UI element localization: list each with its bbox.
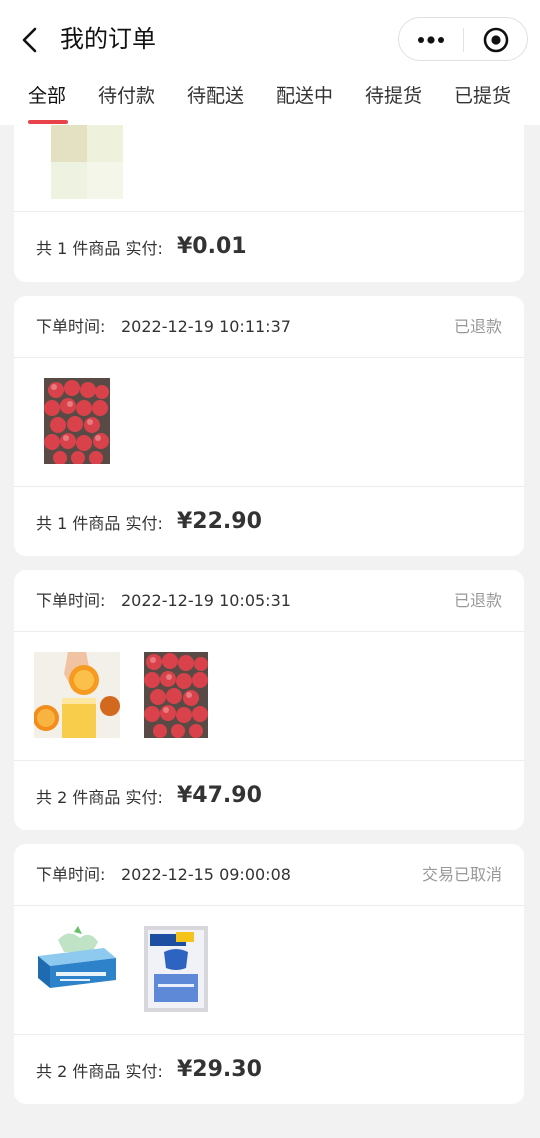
order-products (14, 358, 524, 487)
capsule-divider (463, 28, 464, 52)
back-arrow-icon[interactable] (14, 20, 48, 60)
product-thumbnail-toothpaste[interactable] (34, 926, 120, 1012)
order-summary: 共 1 件商品 实付: ¥0.01 (14, 212, 524, 282)
product-thumbnail-apples[interactable] (44, 378, 110, 464)
order-header: 下单时间: 2022-12-19 10:05:31 已退款 (14, 570, 524, 632)
order-summary: 共 2 件商品 实付: ¥29.30 (14, 1035, 524, 1104)
order-header: 下单时间: 2022-12-15 09:00:08 交易已取消 (14, 844, 524, 906)
tab-delivering[interactable]: 配送中 (276, 82, 333, 110)
order-status: 交易已取消 (421, 865, 502, 884)
mini-program-capsule (398, 17, 528, 61)
order-summary: 共 1 件商品 实付: ¥22.90 (14, 487, 524, 556)
product-thumbnail-apples[interactable] (144, 652, 208, 738)
top-bar: 我的订单 全部 待付款 待配送 配送中 待提货 已提货 (0, 0, 540, 125)
order-header: 下单时间: 2022-12-19 10:11:37 已退款 (14, 296, 524, 358)
item-count-text: 共 1 件商品 实付: (36, 239, 163, 258)
more-dots-icon[interactable] (413, 28, 449, 52)
product-thumbnail-soap-pack[interactable] (144, 926, 208, 1012)
order-time: 2022-12-15 09:00:08 (121, 865, 291, 884)
order-card[interactable]: 下单时间: 2022-12-19 10:05:31 已退款 共 2 件商品 实付… (14, 570, 524, 830)
order-card[interactable]: 下单时间: 2022-12-15 09:00:08 交易已取消 共 2 件商品 … (14, 844, 524, 1104)
active-tab-indicator (28, 120, 68, 124)
tab-pending-delivery[interactable]: 待配送 (187, 82, 244, 110)
tab-picked-up[interactable]: 已提货 (454, 82, 511, 110)
item-count-text: 共 1 件商品 实付: (36, 514, 163, 533)
paid-amount: ¥0.01 (177, 234, 247, 259)
tab-all[interactable]: 全部 (28, 82, 66, 110)
paid-amount: ¥22.90 (177, 509, 262, 534)
order-time: 2022-12-19 10:05:31 (121, 591, 291, 610)
order-status: 已退款 (453, 591, 502, 610)
paid-amount: ¥47.90 (177, 783, 262, 808)
item-count-text: 共 2 件商品 实付: (36, 1062, 163, 1081)
product-thumbnail-orange-juice[interactable] (34, 652, 120, 738)
order-time: 2022-12-19 10:11:37 (121, 317, 291, 336)
order-time-label: 下单时间: (36, 591, 106, 610)
paid-amount: ¥29.30 (177, 1057, 262, 1082)
close-target-icon[interactable] (481, 25, 511, 55)
order-summary: 共 2 件商品 实付: ¥47.90 (14, 761, 524, 830)
item-count-text: 共 2 件商品 实付: (36, 788, 163, 807)
order-products (14, 906, 524, 1035)
page-title: 我的订单 (60, 25, 156, 53)
product-thumbnail-blurred[interactable] (51, 125, 123, 199)
tab-pending-pickup[interactable]: 待提货 (365, 82, 422, 110)
order-products (14, 632, 524, 761)
tab-pending-payment[interactable]: 待付款 (98, 82, 155, 110)
order-status-tabs: 全部 待付款 待配送 配送中 待提货 已提货 (0, 76, 540, 124)
order-time-label: 下单时间: (36, 865, 106, 884)
order-time-label: 下单时间: (36, 317, 106, 336)
order-card[interactable]: 下单时间: 2022-12-19 10:11:37 已退款 共 1 件商品 实付… (14, 296, 524, 556)
order-status: 已退款 (453, 317, 502, 336)
